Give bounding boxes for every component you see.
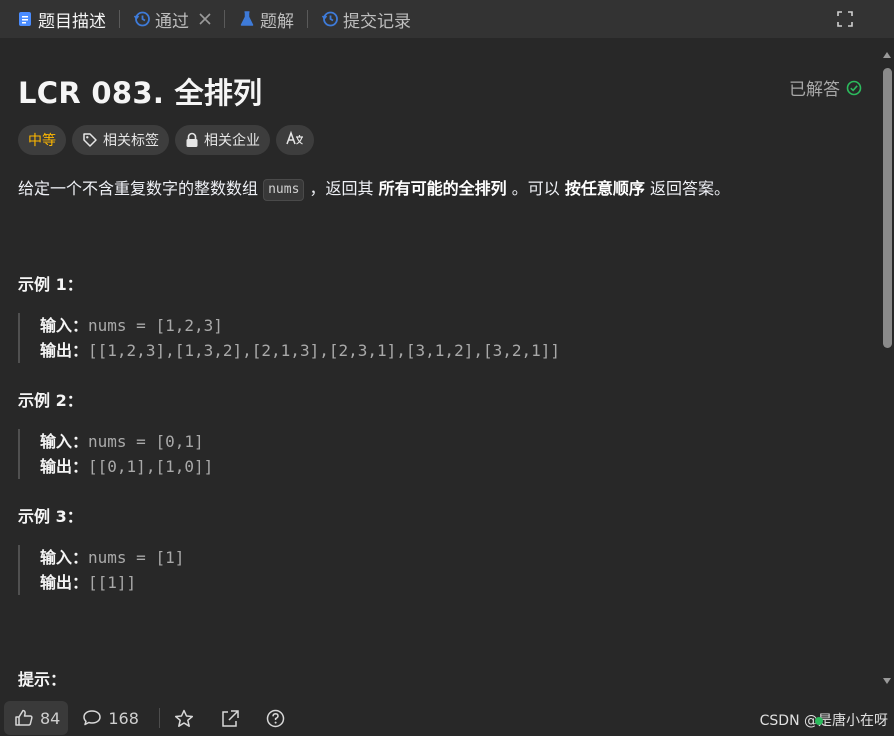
example-1-title: 示例 1： bbox=[18, 275, 83, 294]
thumbs-up-icon bbox=[14, 709, 34, 727]
close-icon[interactable] bbox=[199, 13, 211, 25]
like-button[interactable]: 84 bbox=[4, 701, 69, 735]
tab-label: 题目描述 bbox=[38, 11, 106, 32]
example-output: [[0,1],[1,0]] bbox=[88, 457, 214, 476]
tab-passed[interactable]: 通过 bbox=[129, 0, 215, 38]
example-2-block: 输入：nums = [0,1] 输出：[[0,1],[1,0]] bbox=[18, 429, 213, 479]
scroll-down-arrow-icon[interactable] bbox=[883, 678, 891, 684]
tab-divider bbox=[224, 10, 225, 28]
help-icon[interactable] bbox=[266, 709, 285, 728]
history-icon bbox=[321, 10, 339, 28]
title-row: LCR 083. 全排列 已解答 bbox=[18, 70, 864, 110]
tag-row: 中等 相关标签 相关企业 bbox=[18, 125, 314, 155]
related-tags-label: 相关标签 bbox=[103, 133, 159, 149]
description-text: ，返回其 bbox=[309, 179, 374, 198]
example-2-title: 示例 2： bbox=[18, 391, 83, 410]
description-bold: 按任意顺序 bbox=[564, 179, 645, 198]
description-text: 给定一个不含重复数字的整数数组 bbox=[18, 179, 259, 198]
difficulty-badge[interactable]: 中等 bbox=[18, 125, 66, 155]
document-icon bbox=[16, 10, 34, 28]
problem-title: LCR 083. 全排列 bbox=[18, 76, 263, 110]
hints-title: 提示： bbox=[18, 670, 67, 689]
problem-content: LCR 083. 全排列 已解答 中等 相关标签 相关企业 给定一个不含重复数字… bbox=[0, 38, 880, 698]
solved-label: 已解答 bbox=[789, 80, 840, 100]
fullscreen-icon[interactable] bbox=[836, 10, 854, 28]
star-icon[interactable] bbox=[174, 709, 194, 728]
lock-icon bbox=[185, 132, 199, 148]
description-text: 返回答案。 bbox=[649, 179, 730, 198]
input-label: 输入： bbox=[40, 432, 89, 451]
output-label: 输出： bbox=[40, 573, 89, 592]
check-circle-icon bbox=[846, 80, 862, 96]
tab-submissions[interactable]: 提交记录 bbox=[317, 0, 415, 38]
translate-button[interactable] bbox=[276, 125, 314, 155]
like-count: 84 bbox=[40, 708, 61, 728]
output-label: 输出： bbox=[40, 341, 89, 360]
tag-icon bbox=[82, 132, 98, 148]
related-companies-label: 相关企业 bbox=[204, 133, 260, 149]
tab-divider bbox=[119, 10, 120, 28]
tab-label: 通过 bbox=[155, 11, 189, 32]
example-output: [[1]] bbox=[88, 573, 137, 592]
watermark-text: CSDN @是唐小在呀 bbox=[759, 713, 888, 729]
example-1-block: 输入：nums = [1,2,3] 输出：[[1,2,3],[1,3,2],[2… bbox=[18, 313, 560, 363]
example-output: [[1,2,3],[1,3,2],[2,1,3],[2,3,1],[3,1,2]… bbox=[88, 341, 561, 360]
bottom-toolbar: 84 168 CSDN @是唐小在呀 bbox=[0, 700, 894, 736]
share-icon[interactable] bbox=[220, 709, 240, 728]
related-companies-button[interactable]: 相关企业 bbox=[175, 125, 270, 155]
scrollbar-thumb[interactable] bbox=[883, 68, 892, 348]
description-bold: 所有可能的全排列 bbox=[378, 179, 507, 198]
example-3-block: 输入：nums = [1] 输出：[[1]] bbox=[18, 545, 184, 595]
history-icon bbox=[133, 10, 151, 28]
comment-count: 168 bbox=[108, 708, 139, 728]
problem-description: 给定一个不含重复数字的整数数组 nums ，返回其 所有可能的全排列 。可以 按… bbox=[18, 176, 730, 202]
related-tags-button[interactable]: 相关标签 bbox=[72, 125, 169, 155]
tab-divider bbox=[307, 10, 308, 28]
tab-description[interactable]: 题目描述 bbox=[12, 0, 110, 38]
scroll-up-arrow-icon[interactable] bbox=[883, 52, 891, 58]
solved-status: 已解答 bbox=[789, 75, 862, 100]
comment-icon bbox=[82, 709, 102, 727]
example-input: nums = [1,2,3] bbox=[88, 316, 223, 335]
inline-code: nums bbox=[263, 179, 305, 201]
difficulty-label: 中等 bbox=[28, 133, 56, 149]
tab-bar: 题目描述 通过 题解 提交记录 bbox=[0, 0, 894, 38]
online-status-dot bbox=[815, 717, 823, 725]
translate-icon bbox=[286, 130, 304, 150]
description-text: 。可以 bbox=[511, 179, 560, 198]
tab-label: 提交记录 bbox=[343, 11, 411, 32]
example-input: nums = [0,1] bbox=[88, 432, 204, 451]
output-label: 输出： bbox=[40, 457, 89, 476]
comments-button[interactable]: 168 bbox=[82, 709, 139, 728]
example-3-title: 示例 3： bbox=[18, 507, 83, 526]
toolbar-divider bbox=[158, 708, 160, 728]
tab-solutions[interactable]: 题解 bbox=[234, 0, 298, 38]
input-label: 输入： bbox=[40, 316, 89, 335]
flask-icon bbox=[238, 10, 256, 28]
example-input: nums = [1] bbox=[88, 548, 185, 567]
input-label: 输入： bbox=[40, 548, 89, 567]
tab-label: 题解 bbox=[260, 11, 294, 32]
